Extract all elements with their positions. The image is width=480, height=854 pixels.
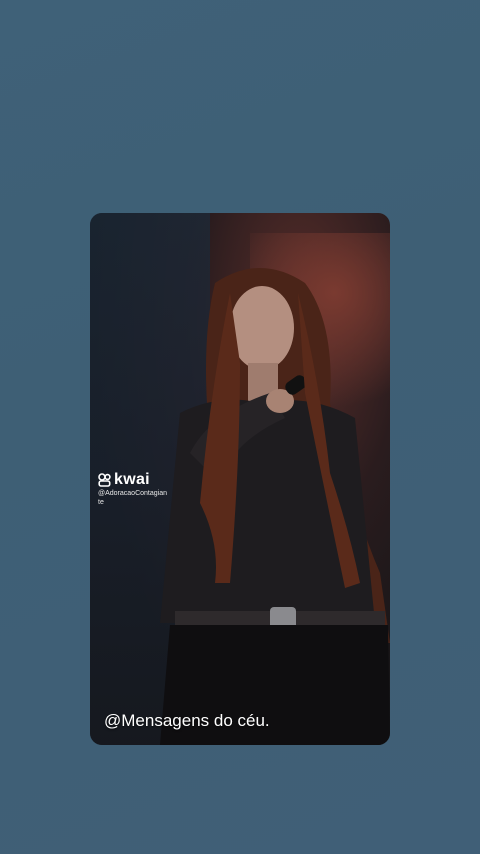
kwai-logo-icon [98,473,111,487]
video-player[interactable]: kwai @AdoracaoContagiante @Mensagens do … [90,213,390,745]
kwai-brand-text: kwai [114,471,150,488]
kwai-watermark: kwai [98,471,150,489]
video-caption: @Mensagens do céu. [104,711,270,730]
creator-handle: @AdoracaoContagiante [98,490,167,506]
